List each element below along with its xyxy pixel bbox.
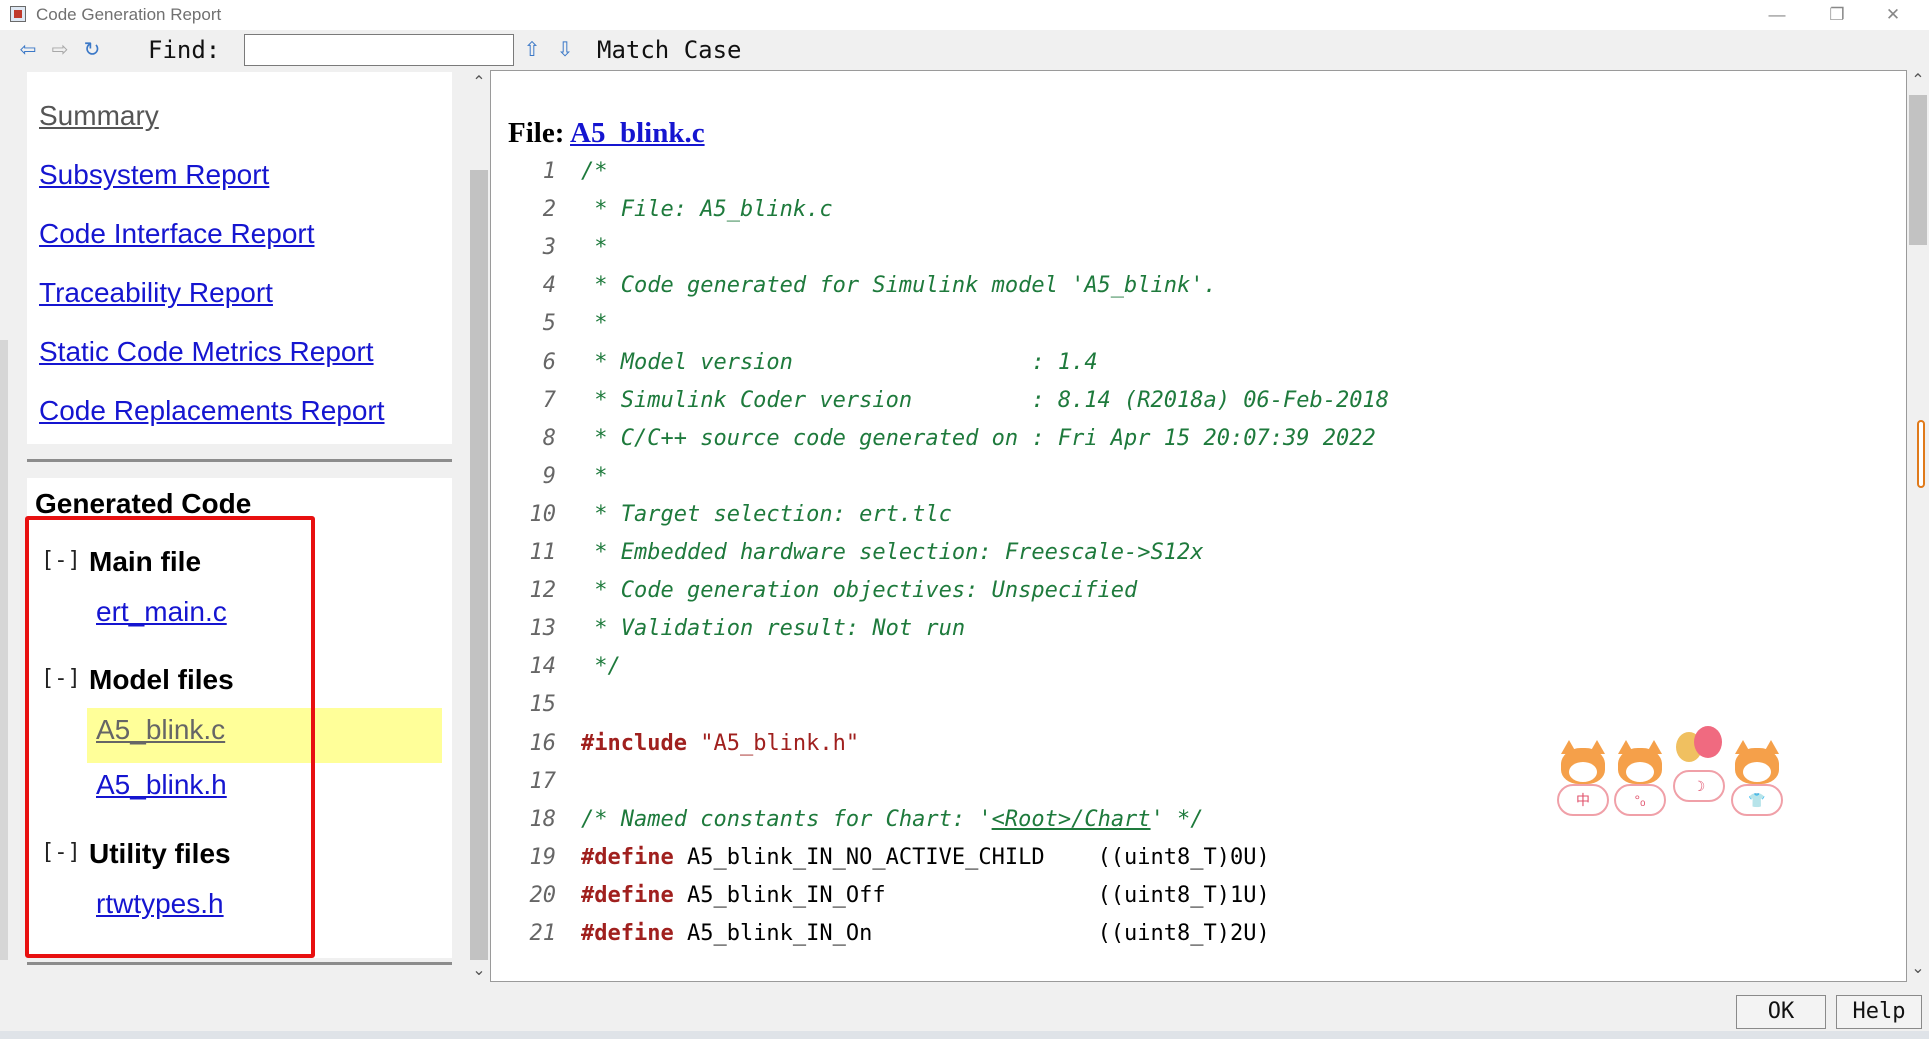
corgi-mascot-icon: ☽	[1673, 740, 1725, 816]
left-scrollbar-thumb[interactable]	[0, 340, 8, 960]
line-number: 4	[542, 273, 556, 298]
nav-scrollbar-thumb[interactable]	[470, 170, 488, 960]
code-line: * File: A5_blink.c	[581, 197, 833, 222]
close-button[interactable]: ✕	[1870, 2, 1916, 28]
help-button[interactable]: Help	[1836, 995, 1922, 1029]
code-text: A5_blink_IN_On ((uint8_T)2U)	[673, 921, 1270, 946]
line-number: 6	[542, 350, 556, 375]
code-line: * Code generated for Simulink model 'A5_…	[581, 273, 1217, 298]
app-icon	[10, 6, 26, 22]
toolbar: ⇦ ⇨ ↻ Find: ⇧ ⇩ Match Case	[0, 30, 1929, 70]
code-line: * Target selection: ert.tlc	[581, 502, 952, 527]
code-text: "A5_blink.h"	[686, 731, 860, 756]
code-line: #include "A5_blink.h"	[581, 731, 859, 756]
code-line: * Model version : 1.4	[581, 350, 1098, 375]
code-line: /*	[581, 159, 608, 184]
mascot-cloud: 👕	[1731, 784, 1783, 816]
nav-divider	[27, 459, 452, 462]
corgi-mascot-icon: 中	[1557, 740, 1609, 816]
nav-subsystem-report[interactable]: Subsystem Report	[39, 159, 269, 191]
back-arrow-icon[interactable]: ⇦	[16, 38, 40, 62]
line-number: 19	[529, 845, 557, 870]
line-number: 16	[529, 731, 557, 756]
line-number: 10	[529, 502, 557, 527]
line-number: 1	[542, 159, 556, 184]
code-line: * C/C++ source code generated on : Fri A…	[581, 426, 1376, 451]
comment-text: ' */	[1150, 807, 1204, 832]
nav-static-code-metrics-report[interactable]: Static Code Metrics Report	[39, 336, 374, 368]
corgi-mascot-icon: 👕	[1731, 740, 1783, 816]
code-line: * Code generation objectives: Unspecifie…	[581, 578, 1138, 603]
mascot-cloud: °ₒ	[1614, 784, 1666, 816]
nav-traceability-report[interactable]: Traceability Report	[39, 277, 273, 309]
line-number: 9	[542, 464, 556, 489]
scroll-marker	[1917, 420, 1925, 488]
code-line: */	[581, 654, 621, 679]
mascot-cloud: 中	[1557, 784, 1609, 816]
find-label: Find:	[148, 36, 221, 64]
arrow-down-icon[interactable]: ⇩	[553, 38, 577, 62]
code-line: *	[581, 235, 608, 260]
line-number: 18	[529, 807, 557, 832]
code-line: * Embedded hardware selection: Freescale…	[581, 540, 1204, 565]
line-number: 12	[529, 578, 557, 603]
preprocessor-directive: #define	[581, 921, 674, 946]
line-number: 2	[542, 197, 556, 222]
nav-code-replacements-report[interactable]: Code Replacements Report	[39, 395, 385, 427]
code-line: *	[581, 464, 608, 489]
line-number: 20	[529, 883, 557, 908]
red-annotation-box	[25, 516, 315, 958]
forward-arrow-icon[interactable]: ⇨	[48, 38, 72, 62]
scroll-up-icon[interactable]: ⌃	[468, 72, 490, 92]
file-heading-prefix: File:	[508, 117, 571, 149]
ok-button[interactable]: OK	[1736, 995, 1826, 1029]
scroll-up-icon[interactable]: ⌃	[1907, 70, 1929, 90]
line-number: 8	[542, 426, 556, 451]
minimize-button[interactable]: —	[1754, 2, 1800, 28]
scroll-down-icon[interactable]: ⌄	[468, 960, 490, 980]
code-line: #define A5_blink_IN_NO_ACTIVE_CHILD ((ui…	[581, 845, 1270, 870]
line-number: 14	[529, 654, 557, 679]
line-number: 7	[542, 388, 556, 413]
preprocessor-directive: #define	[581, 845, 674, 870]
code-text: A5_blink_IN_Off ((uint8_T)1U)	[673, 883, 1270, 908]
line-number: 3	[542, 235, 556, 260]
code-line: * Validation result: Not run	[581, 616, 966, 641]
line-number: 21	[529, 921, 557, 946]
nav-bottom-divider	[27, 962, 452, 965]
line-number: 5	[542, 311, 556, 336]
file-heading-link[interactable]: A5_blink.c	[570, 117, 705, 149]
code-line: * Simulink Coder version : 8.14 (R2018a)…	[581, 388, 1389, 413]
taskbar-strip	[0, 1031, 1929, 1039]
preprocessor-directive: #define	[581, 883, 674, 908]
window-title: Code Generation Report	[36, 5, 222, 24]
code-line: #define A5_blink_IN_On ((uint8_T)2U)	[581, 921, 1270, 946]
mascot-cloud: ☽	[1673, 770, 1725, 802]
line-number: 11	[529, 540, 557, 565]
comment-text: /* Named constants for Chart: '	[581, 807, 992, 832]
nav-code-interface-report[interactable]: Code Interface Report	[39, 218, 315, 250]
preprocessor-directive: #include	[581, 731, 687, 756]
find-input[interactable]	[244, 34, 514, 66]
refresh-icon[interactable]: ↻	[80, 38, 104, 62]
line-number: 17	[529, 769, 557, 794]
code-line: *	[581, 311, 608, 336]
code-line: /* Named constants for Chart: '<Root>/Ch…	[581, 807, 1204, 832]
line-number: 15	[529, 692, 557, 717]
file-heading: File: A5_blink.c	[508, 117, 705, 150]
code-text: A5_blink_IN_NO_ACTIVE_CHILD ((uint8_T)0U…	[673, 845, 1270, 870]
code-view: File: A5_blink.c 1 /* 2 * File: A5_blink.c…	[490, 70, 1907, 982]
chart-block-link[interactable]: <Root>/Chart	[992, 807, 1151, 832]
report-nav: Summary Subsystem Report Code Interface …	[27, 72, 452, 444]
corgi-mascot-icon: °ₒ	[1614, 740, 1666, 816]
line-number: 13	[529, 616, 557, 641]
arrow-up-icon[interactable]: ⇧	[520, 38, 544, 62]
scroll-down-icon[interactable]: ⌄	[1907, 958, 1929, 978]
title-bar: Code Generation Report — ❐ ✕	[0, 0, 1929, 30]
nav-summary[interactable]: Summary	[39, 100, 159, 132]
code-line: #define A5_blink_IN_Off ((uint8_T)1U)	[581, 883, 1270, 908]
code-scrollbar-thumb[interactable]	[1909, 95, 1927, 245]
restore-button[interactable]: ❐	[1814, 2, 1860, 28]
match-case-toggle[interactable]: Match Case	[597, 36, 742, 64]
